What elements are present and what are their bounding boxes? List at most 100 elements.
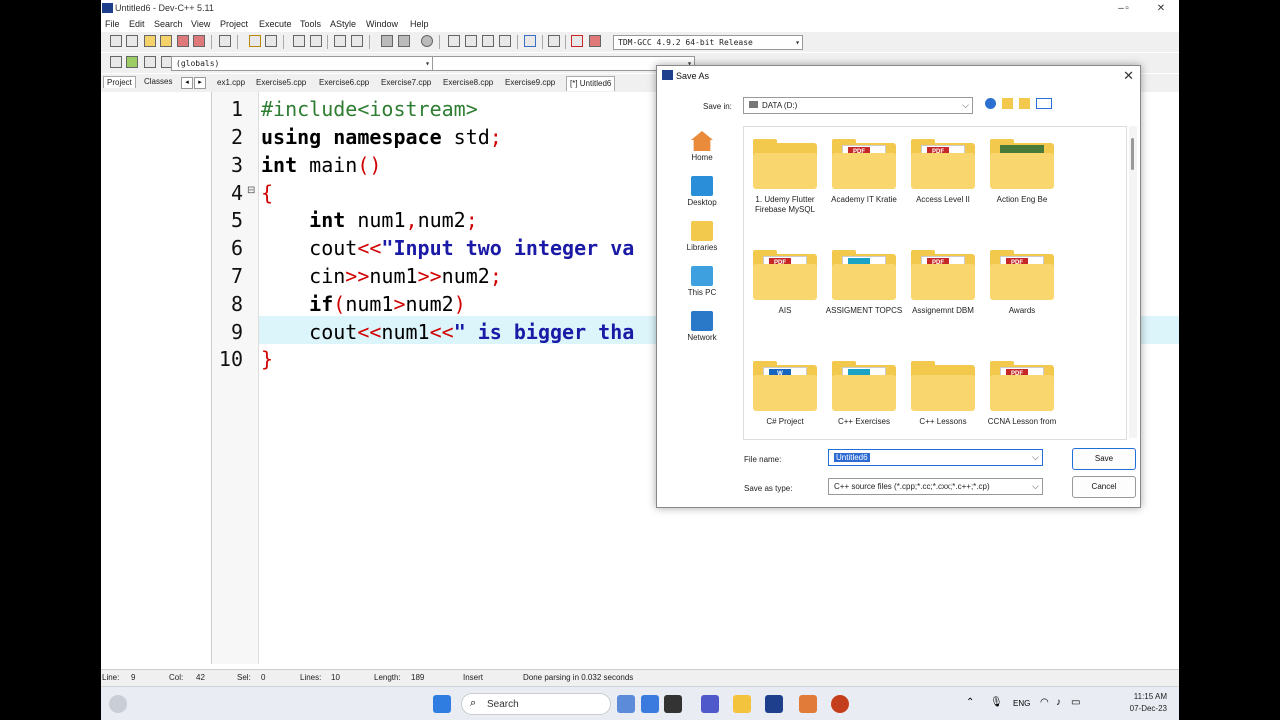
file-tab-untitled6[interactable]: [*] Untitled6 bbox=[566, 76, 616, 91]
weather-icon[interactable] bbox=[109, 695, 127, 713]
menu-window[interactable]: Window bbox=[366, 19, 398, 29]
folder-item[interactable]: ASSIGMENT TOPCS bbox=[825, 250, 903, 316]
tab-project[interactable]: Project bbox=[103, 76, 136, 88]
back-icon[interactable] bbox=[985, 98, 996, 109]
tab-classes[interactable]: Classes bbox=[141, 76, 175, 87]
undo-icon[interactable] bbox=[249, 35, 261, 47]
remove-file-icon[interactable] bbox=[144, 56, 156, 68]
scope-select[interactable]: (globals) ▾ bbox=[171, 56, 433, 71]
goto-icon[interactable] bbox=[334, 35, 346, 47]
indent-icon[interactable] bbox=[381, 35, 393, 47]
scrollbar-thumb[interactable] bbox=[1131, 138, 1134, 170]
folder-item[interactable]: C++ Exercises bbox=[825, 361, 903, 427]
save-in-select[interactable]: DATA (D:) ⌵ bbox=[743, 97, 973, 114]
save-all-icon[interactable] bbox=[160, 35, 172, 47]
view-menu-icon[interactable] bbox=[1036, 98, 1052, 109]
menu-search[interactable]: Search bbox=[154, 19, 183, 29]
unindent-icon[interactable] bbox=[398, 35, 410, 47]
menu-tools[interactable]: Tools bbox=[300, 19, 321, 29]
place-libraries[interactable]: Libraries bbox=[677, 221, 727, 252]
folder-item[interactable]: PDF Access Level II bbox=[904, 139, 982, 205]
devcpp-icon[interactable] bbox=[765, 695, 783, 713]
compile-icon[interactable] bbox=[448, 35, 460, 47]
toggle-comment-icon[interactable] bbox=[421, 35, 433, 47]
file-tab-exercise6[interactable]: Exercise6.cpp bbox=[319, 78, 369, 87]
file-tab-exercise9[interactable]: Exercise9.cpp bbox=[505, 78, 555, 87]
file-list-scrollbar[interactable] bbox=[1129, 126, 1137, 438]
teams-icon[interactable] bbox=[701, 695, 719, 713]
folder-item[interactable]: PDF Academy IT Kratie bbox=[825, 139, 903, 205]
up-folder-icon[interactable] bbox=[1002, 98, 1013, 109]
find-icon[interactable] bbox=[293, 35, 305, 47]
open-file-icon[interactable] bbox=[126, 35, 138, 47]
folder-item[interactable]: Action Eng Be bbox=[983, 139, 1061, 205]
profile-icon[interactable] bbox=[571, 35, 583, 47]
terminal-icon[interactable] bbox=[664, 695, 682, 713]
folder-item[interactable]: PDF CCNA Lesson from bbox=[983, 361, 1061, 427]
bookmark-icon[interactable] bbox=[351, 35, 363, 47]
file-explorer-icon[interactable] bbox=[733, 695, 751, 713]
place-home[interactable]: Home bbox=[677, 131, 727, 162]
replace-icon[interactable] bbox=[310, 35, 322, 47]
file-name-input[interactable]: Untitled6 ⌵ bbox=[828, 449, 1043, 466]
tab-next-arrow-icon[interactable]: ▸ bbox=[194, 77, 206, 89]
file-tab-exercise5[interactable]: Exercise5.cpp bbox=[256, 78, 306, 87]
maximize-button[interactable]: ▫ bbox=[1117, 2, 1137, 15]
new-folder-icon[interactable] bbox=[1019, 98, 1030, 109]
language-indicator[interactable]: ENG bbox=[1013, 699, 1030, 708]
file-list[interactable]: 1. Udemy Flutter Firebase MySQL PDF Acad… bbox=[743, 126, 1127, 440]
print-icon[interactable] bbox=[219, 35, 231, 47]
compile-run-icon[interactable] bbox=[482, 35, 494, 47]
menu-project[interactable]: Project bbox=[220, 19, 248, 29]
cancel-button[interactable]: Cancel bbox=[1072, 476, 1136, 498]
chevron-up-icon[interactable]: ⌃ bbox=[966, 697, 974, 708]
add-file-icon[interactable] bbox=[126, 56, 138, 68]
widgets-icon[interactable] bbox=[641, 695, 659, 713]
clock[interactable]: 11:15 AM 07-Dec-23 bbox=[1130, 691, 1167, 715]
taskbar-search[interactable]: ⌕ Search bbox=[461, 693, 611, 715]
file-tab-exercise7[interactable]: Exercise7.cpp bbox=[381, 78, 431, 87]
menu-view[interactable]: View bbox=[191, 19, 210, 29]
stop-icon[interactable] bbox=[548, 35, 560, 47]
folder-item[interactable]: W C# Project bbox=[746, 361, 824, 427]
check-syntax-icon[interactable] bbox=[524, 35, 536, 47]
close-file-icon[interactable] bbox=[177, 35, 189, 47]
folder-item[interactable]: PDF Assignemnt DBM bbox=[904, 250, 982, 316]
debug-icon[interactable] bbox=[589, 35, 601, 47]
new-file-icon[interactable] bbox=[110, 35, 122, 47]
menu-astyle[interactable]: AStyle bbox=[330, 19, 356, 29]
fold-toggle-icon[interactable]: ⊟ bbox=[247, 185, 255, 196]
dialog-close-icon[interactable]: ✕ bbox=[1123, 68, 1134, 84]
close-button[interactable]: ✕ bbox=[1151, 2, 1171, 15]
place-this-pc[interactable]: This PC bbox=[677, 266, 727, 297]
compiler-select[interactable]: TDM-GCC 4.9.2 64-bit Release ▾ bbox=[613, 35, 803, 50]
redo-icon[interactable] bbox=[265, 35, 277, 47]
save-button[interactable]: Save bbox=[1072, 448, 1136, 470]
menu-execute[interactable]: Execute bbox=[259, 19, 292, 29]
menu-help[interactable]: Help bbox=[410, 19, 429, 29]
microphone-icon[interactable]: 🎙 bbox=[990, 697, 1003, 708]
place-desktop[interactable]: Desktop bbox=[677, 176, 727, 207]
new-class-icon[interactable] bbox=[110, 56, 122, 68]
folder-item[interactable]: 1. Udemy Flutter Firebase MySQL bbox=[746, 139, 824, 215]
run-icon[interactable] bbox=[465, 35, 477, 47]
powerpoint-icon[interactable] bbox=[831, 695, 849, 713]
task-view-icon[interactable] bbox=[617, 695, 635, 713]
place-network[interactable]: Network bbox=[677, 311, 727, 342]
folder-item[interactable]: C++ Lessons bbox=[904, 361, 982, 427]
folder-item[interactable]: PDF Awards bbox=[983, 250, 1061, 316]
app-icon-orange[interactable] bbox=[799, 695, 817, 713]
file-tab-exercise8[interactable]: Exercise8.cpp bbox=[443, 78, 493, 87]
battery-icon[interactable]: ▭ bbox=[1071, 697, 1080, 708]
folder-item[interactable]: PDF AIS bbox=[746, 250, 824, 316]
volume-icon[interactable]: ♪ bbox=[1056, 697, 1061, 708]
menu-edit[interactable]: Edit bbox=[129, 19, 145, 29]
file-tab-ex1[interactable]: ex1.cpp bbox=[217, 78, 245, 87]
rebuild-icon[interactable] bbox=[499, 35, 511, 47]
close-all-icon[interactable] bbox=[193, 35, 205, 47]
save-icon[interactable] bbox=[144, 35, 156, 47]
save-type-select[interactable]: C++ source files (*.cpp;*.cc;*.cxx;*.c++… bbox=[828, 478, 1043, 495]
start-icon[interactable] bbox=[433, 695, 451, 713]
wifi-icon[interactable]: ◠ bbox=[1040, 697, 1049, 708]
menu-file[interactable]: File bbox=[105, 19, 120, 29]
